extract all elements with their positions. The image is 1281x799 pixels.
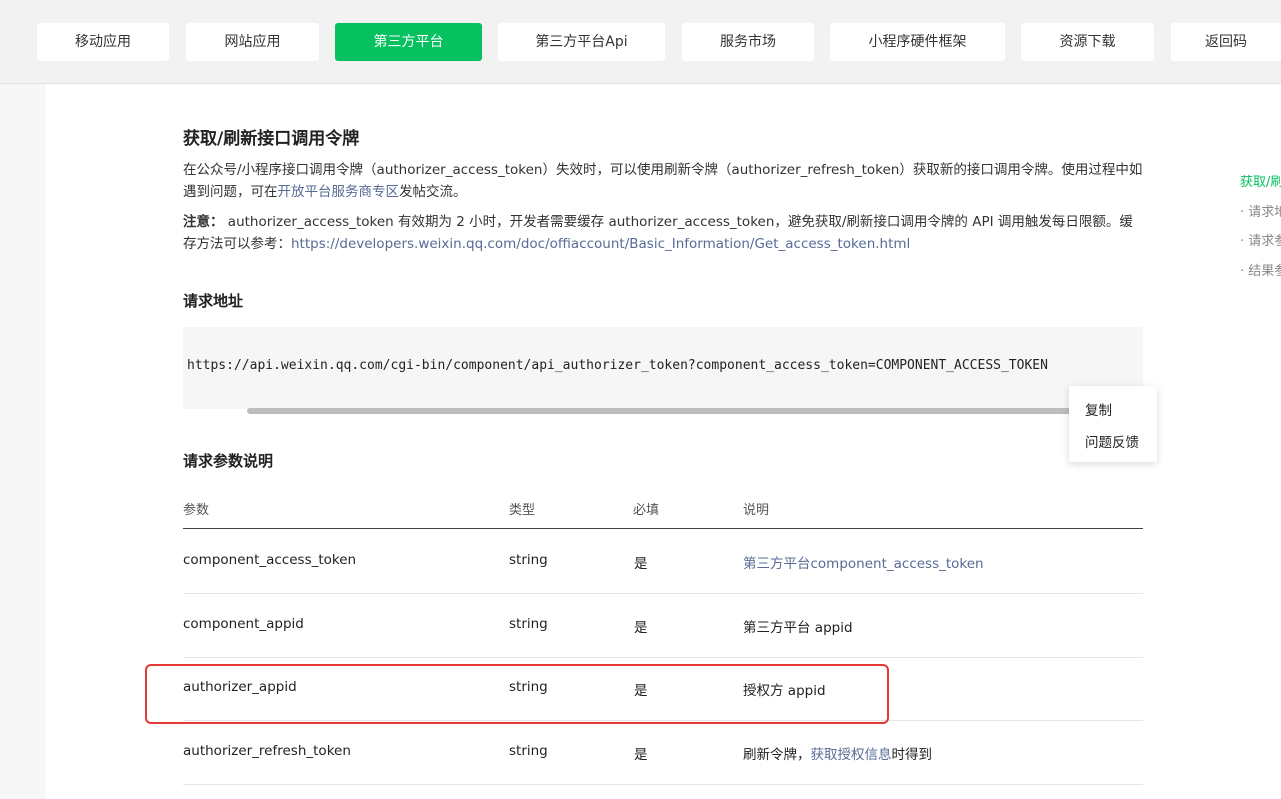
param-description: 第三方平台component_access_token — [743, 552, 984, 572]
copy-menu-item[interactable]: 复制 — [1085, 399, 1112, 419]
param-required: 是 — [634, 556, 648, 572]
param-required: 是 — [634, 620, 648, 636]
table-row: component_access_token string 是 第三方平台com… — [183, 530, 1143, 594]
request-url-text[interactable]: https://api.weixin.qq.com/cgi-bin/compon… — [187, 358, 1048, 373]
request-url-heading: 请求地址 — [183, 292, 244, 310]
header-description: 说明 — [743, 503, 770, 518]
desc-text: 刷新令牌， — [743, 747, 811, 763]
feedback-menu-item[interactable]: 问题反馈 — [1085, 431, 1139, 451]
tab-mobile-app[interactable]: 移动应用 — [37, 23, 169, 61]
tab-service-market[interactable]: 服务市场 — [682, 23, 814, 61]
code-context-menu: 复制 问题反馈 — [1069, 386, 1157, 462]
tab-website-app[interactable]: 网站应用 — [186, 23, 319, 61]
header-type: 类型 — [509, 503, 536, 518]
tab-third-party-platform[interactable]: 第三方平台 — [335, 23, 482, 61]
toc-item-request-params[interactable]: · 请求参 — [1240, 230, 1281, 249]
code-horizontal-scrollbar[interactable] — [247, 408, 1087, 414]
params-heading: 请求参数说明 — [183, 452, 274, 470]
table-row: authorizer_refresh_token string 是 刷新令牌，获… — [183, 721, 1143, 785]
header-required: 必填 — [633, 503, 660, 518]
tab-third-party-api[interactable]: 第三方平台Api — [498, 23, 665, 61]
intro-paragraph: 在公众号/小程序接口调用令牌（authorizer_access_token）失… — [183, 159, 1145, 203]
note-paragraph: 注意： authorizer_access_token 有效期为 2 小时，开发… — [183, 211, 1145, 255]
header-param: 参数 — [183, 503, 210, 518]
top-nav: 移动应用 网站应用 第三方平台 第三方平台Api 服务市场 小程序硬件框架 资源… — [0, 0, 1281, 84]
desc-text-end: 时得到 — [891, 747, 933, 763]
param-description: 第三方平台 appid — [743, 620, 853, 636]
param-description: 刷新令牌，获取授权信息时得到 — [743, 743, 932, 763]
intro-text-end: 发帖交流。 — [399, 184, 467, 200]
param-name: authorizer_refresh_token — [183, 743, 351, 759]
param-name: component_access_token — [183, 552, 357, 568]
forum-link[interactable]: 开放平台服务商专区 — [278, 184, 400, 200]
page-title: 获取/刷新接口调用令牌 — [183, 129, 360, 149]
tab-mini-program-hardware[interactable]: 小程序硬件框架 — [830, 23, 1005, 61]
toc-item-request-url[interactable]: · 请求地 — [1240, 201, 1281, 220]
note-label: 注意： — [183, 214, 224, 230]
table-row: component_appid string 是 第三方平台 appid — [183, 594, 1143, 658]
param-type: string — [509, 616, 548, 632]
param-name: component_appid — [183, 616, 304, 632]
toc-item-title[interactable]: 获取/刷 — [1240, 171, 1281, 190]
param-required: 是 — [634, 747, 648, 763]
highlight-annotation-box — [145, 664, 889, 724]
toc-item-result-params[interactable]: · 结果参 — [1240, 260, 1281, 279]
tab-return-codes[interactable]: 返回码 — [1171, 23, 1281, 61]
table-header-divider — [183, 528, 1143, 529]
access-token-doc-link[interactable]: https://developers.weixin.qq.com/doc/off… — [291, 236, 910, 252]
param-type: string — [509, 743, 548, 759]
component-access-token-link[interactable]: 第三方平台component_access_token — [743, 556, 984, 572]
request-url-codeblock[interactable]: https://api.weixin.qq.com/cgi-bin/compon… — [183, 327, 1143, 409]
param-type: string — [509, 552, 548, 568]
tab-resource-download[interactable]: 资源下载 — [1021, 23, 1154, 61]
get-auth-info-link[interactable]: 获取授权信息 — [811, 747, 892, 763]
